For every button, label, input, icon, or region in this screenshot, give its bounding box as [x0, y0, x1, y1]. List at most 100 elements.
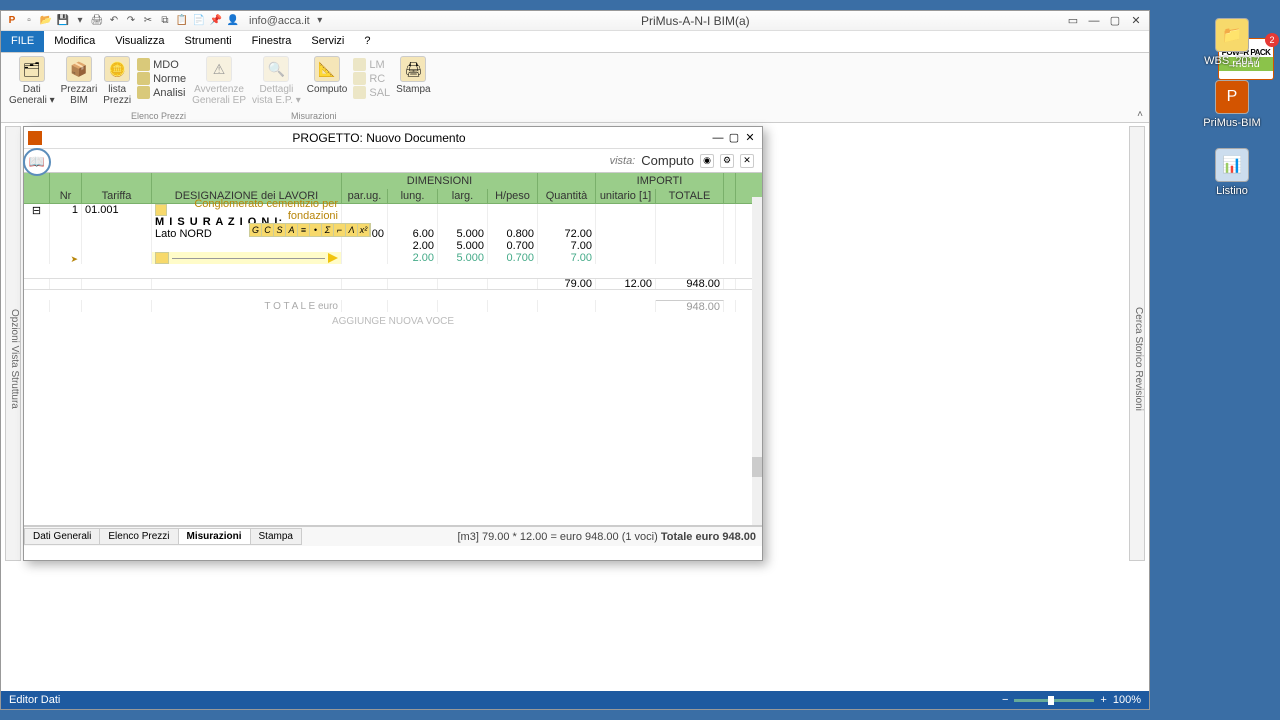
zoom-slider[interactable]	[1014, 699, 1094, 702]
rib-dati-generali[interactable]: 🗂Dati Generali ▾	[9, 56, 55, 106]
fmt-align[interactable]: ≡	[298, 224, 310, 236]
vista-eye-icon[interactable]: ◉	[700, 154, 714, 168]
right-panel-strip[interactable]: Cerca Storico Revisioni	[1129, 126, 1145, 561]
proj-max-icon[interactable]: ▢	[726, 131, 742, 144]
fmt-g[interactable]: G	[250, 224, 262, 236]
col-lun[interactable]: lung.	[388, 189, 438, 203]
desktop-listino[interactable]: 📊Listino	[1202, 148, 1262, 197]
rib-analisi[interactable]: Analisi	[137, 86, 186, 99]
mis-label-row: M I S U R A Z I O N I:	[24, 216, 762, 228]
rib-lista-prezzi[interactable]: 🪙lista Prezzi	[103, 56, 131, 106]
fmt-and[interactable]: Λ	[346, 224, 358, 236]
wopt-icon[interactable]: ▭	[1064, 14, 1082, 27]
print-icon[interactable]: 🖨	[90, 14, 104, 28]
menu-help[interactable]: ?	[354, 31, 380, 52]
col-tot[interactable]: TOTALE	[656, 189, 724, 203]
item-row[interactable]: ⊟ 1 01.001 Conglomerato cementizio per f…	[24, 204, 762, 216]
col-uni[interactable]: unitario [1]	[596, 189, 656, 203]
vista-book-icon[interactable]: 📖	[23, 148, 51, 176]
ribgroup-misurazioni: Misurazioni	[291, 111, 337, 121]
rib-sal: SAL	[353, 86, 390, 99]
fmt-neg[interactable]: ⌐	[334, 224, 346, 236]
undo-icon[interactable]: ↶	[107, 14, 121, 28]
project-icon	[28, 131, 42, 145]
pin-icon[interactable]: 📌	[209, 14, 223, 28]
tab-stampa[interactable]: Stampa	[250, 528, 302, 545]
mis-row-3[interactable]: 2.00 5.000 0.700 7.00	[24, 252, 762, 264]
mis-row-1[interactable]: Lato NORD 3.00 6.00 5.000 0.800 72.00	[24, 228, 762, 240]
open-icon[interactable]: 📂	[39, 14, 53, 28]
rib-avvertenze: ⚠Avvertenze Generali EP	[192, 56, 246, 106]
grid-scrollbar[interactable]	[752, 197, 762, 525]
tab-dati-generali[interactable]: Dati Generali	[24, 528, 100, 545]
fmt-s[interactable]: S	[274, 224, 286, 236]
vista-opt-icon[interactable]: ⚙	[720, 154, 734, 168]
fmt-c[interactable]: C	[262, 224, 274, 236]
vista-close-icon[interactable]: ✕	[740, 154, 754, 168]
tab-misurazioni[interactable]: Misurazioni	[178, 528, 251, 545]
desktop-primus[interactable]: PPriMus-BIM	[1202, 80, 1262, 129]
menu-visualizza[interactable]: Visualizza	[105, 31, 174, 52]
add-voce[interactable]: AGGIUNGE NUOVA VOCE	[24, 312, 762, 331]
proj-min-icon[interactable]: —	[710, 132, 726, 144]
vista-label: vista:	[610, 155, 636, 167]
col-qta[interactable]: Quantità	[538, 189, 596, 203]
col-lar[interactable]: larg.	[438, 189, 488, 203]
ribbon-collapse-icon[interactable]: ˄	[1137, 109, 1143, 120]
col-exp[interactable]	[24, 189, 50, 203]
paste2-icon[interactable]: 📄	[192, 14, 206, 28]
tab-elenco-prezzi[interactable]: Elenco Prezzi	[99, 528, 178, 545]
fmt-bullet[interactable]: •	[310, 224, 322, 236]
redo-icon[interactable]: ↷	[124, 14, 138, 28]
rib-computo[interactable]: 📐Computo	[307, 56, 348, 95]
col-nr[interactable]: Nr	[50, 189, 82, 203]
rib-prezzari-bim[interactable]: 📦Prezzari BIM	[61, 56, 98, 106]
rib-norme[interactable]: Norme	[137, 72, 186, 85]
fmt-sum[interactable]: Σ	[322, 224, 334, 236]
dropdown-icon[interactable]: ▾	[313, 14, 327, 28]
project-title: PROGETTO: Nuovo Documento	[48, 131, 710, 145]
statusbar-text: Editor Dati	[9, 694, 60, 706]
zoom-in-icon[interactable]: +	[1100, 694, 1106, 706]
rib-rc: RC	[353, 72, 390, 85]
rib-dettagli: 🔍Dettagli vista E.P. ▾	[252, 56, 301, 106]
powerpack-badge: 2	[1265, 33, 1279, 47]
menu-file[interactable]: FILE	[1, 31, 44, 52]
rib-lm: LM	[353, 58, 390, 71]
zoom-value[interactable]: 100%	[1113, 694, 1141, 706]
paste-icon[interactable]: 📋	[175, 14, 189, 28]
col-hp[interactable]: H/peso	[488, 189, 538, 203]
menu-servizi[interactable]: Servizi	[301, 31, 354, 52]
sep: ▾	[73, 14, 87, 28]
row-edit-icon	[155, 252, 169, 264]
menu-strumenti[interactable]: Strumenti	[175, 31, 242, 52]
menu-modifica[interactable]: Modifica	[44, 31, 105, 52]
menu-finestra[interactable]: Finestra	[242, 31, 302, 52]
user-email[interactable]: info@acca.it	[249, 15, 310, 27]
proj-status: [m3] 79.00 * 12.00 = euro 948.00 (1 voci…	[458, 531, 763, 543]
cut-icon[interactable]: ✂	[141, 14, 155, 28]
desktop-wbs[interactable]: 📁WBS_2017	[1202, 18, 1262, 67]
save-icon[interactable]: 💾	[56, 14, 70, 28]
proj-close-icon[interactable]: ✕	[742, 131, 758, 144]
edit-arrow-icon[interactable]	[328, 253, 338, 263]
menubar: FILE Modifica Visualizza Strumenti Fines…	[1, 31, 1149, 53]
mis-row-2[interactable]: 2.00 5.000 0.700 7.00	[24, 240, 762, 252]
col-pu[interactable]: par.ug.	[342, 189, 388, 203]
rib-stampa[interactable]: 🖨Stampa	[396, 56, 430, 95]
formula-toolbar[interactable]: G C S A ≡ • Σ ⌐ Λ x²	[249, 223, 371, 237]
zoom-out-icon[interactable]: −	[1002, 694, 1008, 706]
vista-value: Computo	[641, 153, 694, 168]
col-tariffa[interactable]: Tariffa	[82, 189, 152, 203]
copy-icon[interactable]: ⧉	[158, 14, 172, 28]
new-icon[interactable]: ▫	[22, 14, 36, 28]
left-panel-strip[interactable]: Opzioni Vista Struttura	[5, 126, 21, 561]
fmt-sq[interactable]: x²	[358, 224, 370, 236]
maximize-icon[interactable]: ▢	[1106, 14, 1124, 27]
fmt-a[interactable]: A	[286, 224, 298, 236]
minimize-icon[interactable]: —	[1085, 15, 1103, 27]
rib-mdo[interactable]: MDO	[137, 58, 186, 71]
close-icon[interactable]: ✕	[1127, 14, 1145, 27]
colgroup-imp: IMPORTI	[596, 173, 724, 189]
app-icon: P	[5, 14, 19, 28]
